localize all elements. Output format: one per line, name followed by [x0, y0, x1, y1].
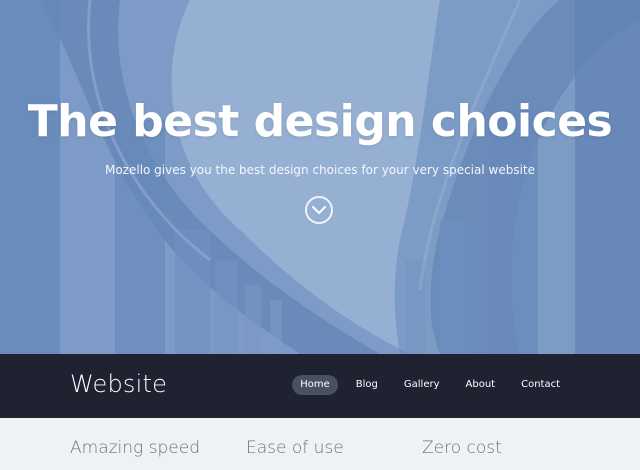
nav-item-about[interactable]: About [458, 375, 504, 395]
hero-overlay [0, 0, 640, 354]
features-section: Amazing speed Ease of use Zero cost [0, 418, 640, 470]
chevron-down-icon [312, 206, 326, 214]
nav-item-contact[interactable]: Contact [513, 375, 568, 395]
hero-subtitle: Mozello gives you the best design choice… [104, 163, 535, 177]
site-header: Website Home Blog Gallery About Contact [0, 354, 640, 418]
nav-item-blog[interactable]: Blog [348, 375, 386, 395]
scroll-down-button[interactable] [305, 196, 333, 224]
site-logo[interactable]: Website [70, 370, 167, 398]
feature-title-speed: Amazing speed [70, 438, 200, 458]
hero-title: The best design choices [27, 96, 613, 147]
main-nav: Home Blog Gallery About Contact [292, 375, 568, 395]
nav-item-home[interactable]: Home [292, 375, 338, 395]
hero-section: The best design choices Mozello gives yo… [0, 0, 640, 354]
nav-item-gallery[interactable]: Gallery [396, 375, 448, 395]
feature-title-cost: Zero cost [422, 438, 502, 458]
feature-title-ease: Ease of use [246, 438, 344, 458]
